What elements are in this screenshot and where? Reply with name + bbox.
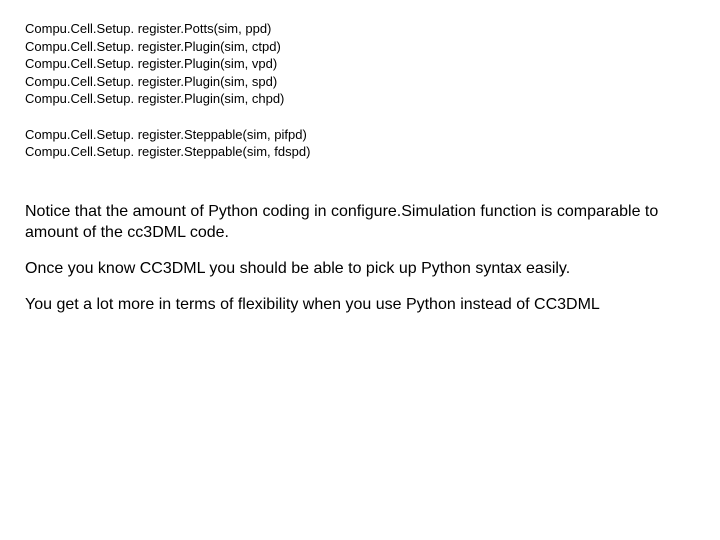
code-line: Compu.Cell.Setup. register.Steppable(sim… [25,126,695,144]
code-line: Compu.Cell.Setup. register.Plugin(sim, v… [25,55,695,73]
paragraph: You get a lot more in terms of flexibili… [25,294,695,316]
code-block-2: Compu.Cell.Setup. register.Steppable(sim… [25,126,695,161]
paragraph-section: Notice that the amount of Python coding … [25,201,695,315]
paragraph: Once you know CC3DML you should be able … [25,258,695,280]
code-line: Compu.Cell.Setup. register.Steppable(sim… [25,143,695,161]
paragraph: Notice that the amount of Python coding … [25,201,695,244]
code-line: Compu.Cell.Setup. register.Plugin(sim, c… [25,90,695,108]
code-block-1: Compu.Cell.Setup. register.Potts(sim, pp… [25,20,695,108]
code-line: Compu.Cell.Setup. register.Plugin(sim, s… [25,73,695,91]
code-line: Compu.Cell.Setup. register.Plugin(sim, c… [25,38,695,56]
code-line: Compu.Cell.Setup. register.Potts(sim, pp… [25,20,695,38]
